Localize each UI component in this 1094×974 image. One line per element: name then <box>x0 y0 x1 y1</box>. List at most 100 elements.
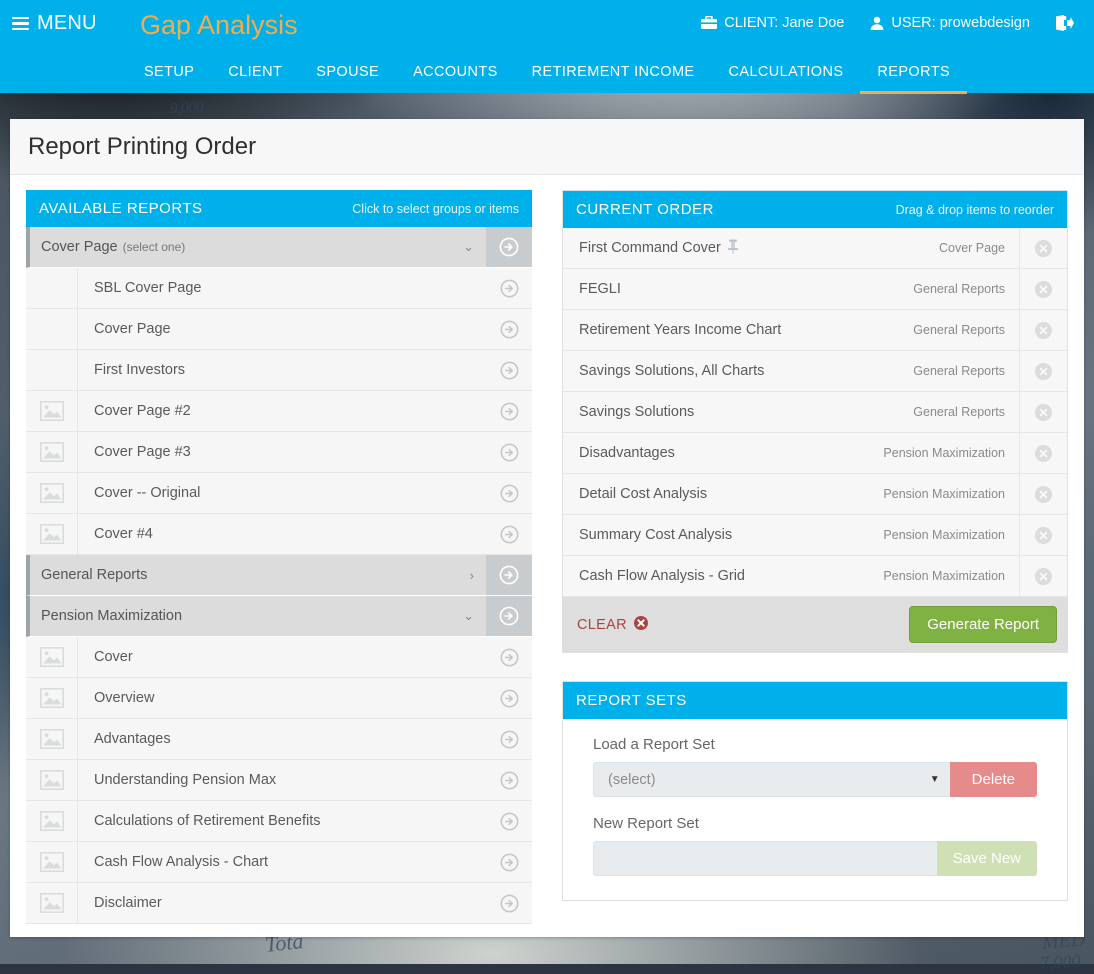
add-item-button[interactable] <box>486 883 532 923</box>
generate-report-button[interactable]: Generate Report <box>909 606 1057 643</box>
remove-order-item-button[interactable] <box>1019 228 1067 268</box>
add-item-button[interactable] <box>486 637 532 677</box>
menu-button[interactable]: MENU <box>12 12 97 35</box>
available-item-row[interactable]: Cover Page <box>26 309 532 350</box>
order-row-name: Savings Solutions, All Charts <box>579 363 765 379</box>
new-report-set-input[interactable] <box>593 841 937 876</box>
delete-report-set-button[interactable]: Delete <box>949 762 1037 797</box>
page-title: Report Printing Order <box>28 132 257 160</box>
right-column: CURRENT ORDER Drag & drop items to reord… <box>562 190 1068 924</box>
available-item-label: Understanding Pension Max <box>94 772 277 788</box>
available-item-row[interactable]: Cover <box>26 637 532 678</box>
report-sets-header: REPORT SETS <box>563 682 1067 719</box>
add-group-button[interactable] <box>486 555 532 595</box>
add-item-button[interactable] <box>486 350 532 390</box>
order-row-name: Retirement Years Income Chart <box>579 322 782 338</box>
add-group-button[interactable] <box>486 227 532 267</box>
order-row[interactable]: Retirement Years Income Chart General Rep… <box>563 310 1067 351</box>
current-order-title: CURRENT ORDER <box>576 201 714 218</box>
order-row[interactable]: Cash Flow Analysis - Grid Pension Maximiz… <box>563 556 1067 597</box>
order-row[interactable]: Summary Cost Analysis Pension Maximizatio… <box>563 515 1067 556</box>
remove-order-item-button[interactable] <box>1019 433 1067 473</box>
available-group-row[interactable]: Cover Page (select one) ⌄ <box>26 227 532 268</box>
image-placeholder-icon <box>26 473 78 513</box>
available-item-label: Cover -- Original <box>94 485 201 501</box>
available-item-label: Cover Page <box>94 321 171 337</box>
order-row[interactable]: FEGLI General Reports <box>563 269 1067 310</box>
add-item-button[interactable] <box>486 391 532 431</box>
add-item-button[interactable] <box>486 432 532 472</box>
clear-button[interactable]: CLEAR <box>577 615 648 634</box>
available-item-row[interactable]: Advantages <box>26 719 532 760</box>
available-item-row[interactable]: Disclaimer <box>26 883 532 924</box>
nav-item-reports[interactable]: REPORTS <box>860 56 968 94</box>
available-item-row[interactable]: Overview <box>26 678 532 719</box>
report-set-select[interactable]: (select) ▼ <box>593 762 950 797</box>
image-placeholder-icon <box>26 883 78 923</box>
add-item-button[interactable] <box>486 842 532 882</box>
nav-item-client[interactable]: CLIENT <box>211 56 299 94</box>
remove-order-item-button[interactable] <box>1019 351 1067 391</box>
available-reports-title: AVAILABLE REPORTS <box>39 200 203 217</box>
report-sets-body: Load a Report Set (select) ▼ Delete New … <box>563 719 1067 900</box>
client-indicator[interactable]: CLIENT: Jane Doe <box>701 15 844 31</box>
order-row-category: Cover Page <box>938 241 1005 255</box>
available-item-row[interactable]: Cover Page #2 <box>26 391 532 432</box>
add-item-button[interactable] <box>486 473 532 513</box>
top-bar: MENU Gap Analysis CLIENT: Jane Doe USER:… <box>0 0 1094 94</box>
order-row[interactable]: Savings Solutions General Reports <box>563 392 1067 433</box>
remove-order-item-button[interactable] <box>1019 269 1067 309</box>
new-report-set-label: New Report Set <box>593 815 699 832</box>
order-row[interactable]: Disadvantages Pension Maximization <box>563 433 1067 474</box>
available-item-row[interactable]: Calculations of Retirement Benefits <box>26 801 532 842</box>
card-header: Report Printing Order <box>10 119 1084 175</box>
remove-order-item-button[interactable] <box>1019 392 1067 432</box>
load-report-set-row: (select) ▼ Delete <box>593 762 1037 797</box>
bg-scribble: 9,000 <box>169 98 205 118</box>
nav-item-calculations[interactable]: CALCULATIONS <box>712 56 861 94</box>
nav-item-spouse[interactable]: SPOUSE <box>299 56 396 94</box>
available-group-row[interactable]: Pension Maximization ⌄ <box>26 596 532 637</box>
order-row[interactable]: First Command Cover Cover Page <box>563 228 1067 269</box>
image-placeholder-icon <box>26 432 78 472</box>
available-item-row[interactable]: SBL Cover Page <box>26 268 532 309</box>
available-group-row[interactable]: General Reports › <box>26 555 532 596</box>
image-placeholder-icon <box>26 842 78 882</box>
available-item-row[interactable]: Understanding Pension Max <box>26 760 532 801</box>
remove-order-item-button[interactable] <box>1019 310 1067 350</box>
add-group-button[interactable] <box>486 596 532 636</box>
add-item-button[interactable] <box>486 309 532 349</box>
order-row-name: Disadvantages <box>579 445 675 461</box>
add-item-button[interactable] <box>486 514 532 554</box>
order-row[interactable]: Detail Cost Analysis Pension Maximization <box>563 474 1067 515</box>
save-new-report-set-button[interactable]: Save New <box>936 841 1037 876</box>
new-report-set-row: Save New <box>593 841 1037 876</box>
add-item-button[interactable] <box>486 801 532 841</box>
available-item-row[interactable]: First Investors <box>26 350 532 391</box>
available-item-row[interactable]: Cash Flow Analysis - Chart <box>26 842 532 883</box>
remove-order-item-button[interactable] <box>1019 556 1067 596</box>
user-indicator[interactable]: USER: prowebdesign <box>870 15 1030 31</box>
nav-item-retirement-income[interactable]: RETIREMENT INCOME <box>515 56 712 94</box>
add-item-button[interactable] <box>486 678 532 718</box>
available-item-row[interactable]: Cover -- Original <box>26 473 532 514</box>
add-item-button[interactable] <box>486 268 532 308</box>
order-row-name: Cash Flow Analysis - Grid <box>579 568 745 584</box>
nav-item-setup[interactable]: SETUP <box>127 56 211 94</box>
remove-order-item-button[interactable] <box>1019 515 1067 555</box>
add-item-button[interactable] <box>486 760 532 800</box>
available-item-row[interactable]: Cover Page #3 <box>26 432 532 473</box>
order-row[interactable]: Savings Solutions, All Charts General Rep… <box>563 351 1067 392</box>
current-order-footer: CLEAR Generate Report <box>563 597 1067 652</box>
remove-order-item-button[interactable] <box>1019 474 1067 514</box>
current-order-hint: Drag & drop items to reorder <box>895 202 1054 217</box>
available-item-row[interactable]: Cover #4 <box>26 514 532 555</box>
logout-button[interactable] <box>1056 15 1074 31</box>
image-placeholder-icon <box>26 391 78 431</box>
bg-scribble: 7,000 <box>1039 950 1081 974</box>
main-card: Report Printing Order AVAILABLE REPORTS … <box>10 119 1084 937</box>
nav-item-accounts[interactable]: ACCOUNTS <box>396 56 515 94</box>
header-right-group: CLIENT: Jane Doe USER: prowebdesign <box>701 15 1074 31</box>
image-placeholder-icon <box>26 678 78 718</box>
add-item-button[interactable] <box>486 719 532 759</box>
